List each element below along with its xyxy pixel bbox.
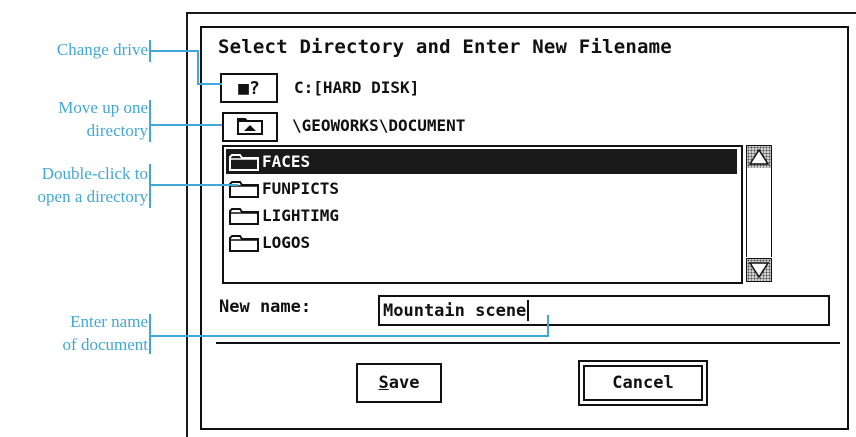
callout-leader-lines xyxy=(149,40,549,354)
